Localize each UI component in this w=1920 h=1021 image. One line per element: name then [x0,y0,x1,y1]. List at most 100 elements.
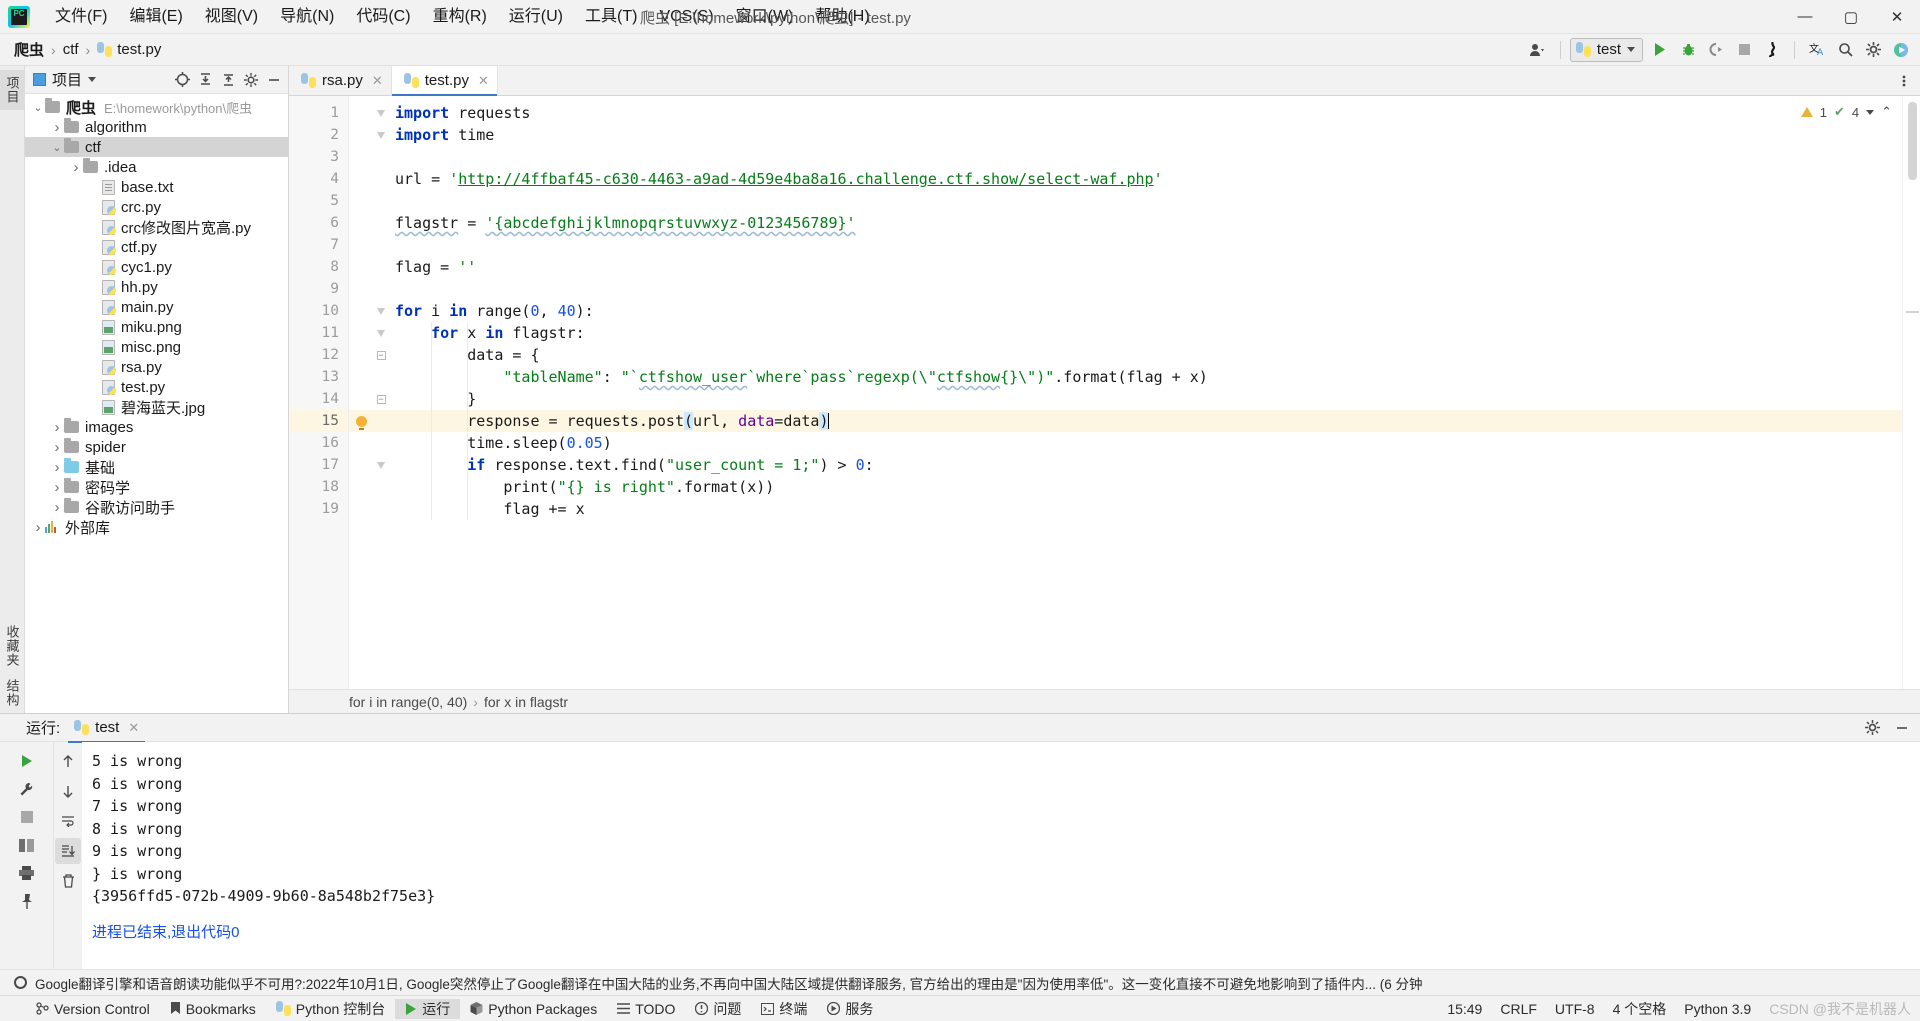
line-number[interactable]: 13 [289,366,348,388]
line-number[interactable]: 6 [289,212,348,234]
intention-bulb-icon[interactable] [349,410,373,432]
delete-output-icon[interactable] [55,868,81,894]
code-line[interactable]: for x in flagstr: [389,322,1902,344]
tree-item[interactable]: base.txt [25,177,288,197]
fold-marker[interactable] [373,454,389,476]
tree-item[interactable]: crc修改图片宽高.py [25,217,288,237]
menu-run[interactable]: 运行(U) [498,4,574,30]
code-line[interactable] [389,146,1902,168]
maximize-button[interactable]: ▢ [1828,0,1874,34]
debug-button[interactable] [1675,38,1701,62]
chevron-right-icon[interactable]: › [50,499,64,516]
chevron-right-icon[interactable]: › [50,479,64,496]
scroll-up-icon[interactable] [55,748,81,774]
status-line-separator[interactable]: CRLF [1491,1001,1546,1017]
code-line[interactable]: flagstr = '{abcdefghijklmnopqrstuvwxyz-0… [389,212,1902,234]
console-splitter[interactable] [82,742,1920,745]
status-terminal[interactable]: 终端 [751,999,817,1019]
code-line[interactable] [389,278,1902,300]
status-indent[interactable]: 4 个空格 [1604,999,1676,1019]
profiler-button[interactable] [1759,38,1785,62]
status-services[interactable]: 服务 [817,999,883,1019]
chevron-down-icon[interactable] [1866,109,1875,115]
line-number[interactable]: 7 [289,234,348,256]
line-number[interactable]: 19 [289,498,348,520]
tool-tab-favorites[interactable]: 收藏夹 [0,619,25,673]
tree-item[interactable]: › algorithm [25,117,288,137]
code-line[interactable] [389,234,1902,256]
tree-item[interactable]: ctf.py [25,237,288,257]
status-version-control[interactable]: Version Control [26,1001,160,1017]
menu-refactor[interactable]: 重构(R) [422,4,498,30]
fold-marker[interactable]: − [373,344,389,366]
status-interpreter[interactable]: Python 3.9 [1675,1001,1760,1017]
line-number[interactable]: 1 [289,102,348,124]
status-problems[interactable]: 问题 [685,999,751,1019]
inspection-widget[interactable]: 1 ✔ 4 ⌃ [1800,104,1892,120]
breadcrumb-project[interactable]: 爬虫 [10,37,48,62]
tree-item[interactable]: › 外部库 [25,517,288,537]
line-number[interactable]: 5 [289,190,348,212]
chevron-right-icon[interactable]: › [50,439,64,456]
code-line[interactable] [389,190,1902,212]
chevron-right-icon[interactable]: › [50,419,64,436]
code-line[interactable]: data = { [389,344,1902,366]
tree-item[interactable]: › spider [25,437,288,457]
line-number[interactable]: 8 [289,256,348,278]
line-number[interactable]: 4 [289,168,348,190]
editor-tab-test[interactable]: test.py ✕ [391,66,498,96]
close-button[interactable]: ✕ [1874,0,1920,34]
tree-item[interactable]: rsa.py [25,357,288,377]
line-number[interactable]: 15 [289,410,348,432]
line-number[interactable]: 10 [289,300,348,322]
scroll-down-icon[interactable] [55,778,81,804]
tree-item[interactable]: crc.py [25,197,288,217]
stop-button[interactable] [1731,38,1757,62]
run-settings-wrench-icon[interactable] [14,776,40,802]
tree-item[interactable]: › .idea [25,157,288,177]
hide-panel-icon[interactable] [264,70,284,90]
close-tab-icon[interactable]: ✕ [372,73,383,89]
breadcrumb-file[interactable]: test.py [93,39,165,60]
intention-bulb-column[interactable] [349,96,373,689]
code-line[interactable]: import time [389,124,1902,146]
collapse-all-icon[interactable] [218,70,238,90]
code-folding-column[interactable]: − − [373,96,389,689]
close-run-tab-icon[interactable]: ✕ [128,720,139,736]
fold-marker[interactable] [373,124,389,146]
code-content[interactable]: import requests import time url = 'http:/… [389,96,1902,689]
run-with-coverage-button[interactable] [1703,38,1729,62]
status-python-packages[interactable]: Python Packages [460,1001,607,1017]
editor-tab-options[interactable] [1896,66,1920,95]
tree-item[interactable]: › 基础 [25,457,288,477]
run-tab-test[interactable]: test ✕ [68,717,146,743]
tool-tab-project[interactable]: 项目 [0,70,25,110]
run-settings-gear-icon[interactable] [1862,718,1882,738]
soft-wrap-icon[interactable] [55,808,81,834]
close-tab-icon[interactable]: ✕ [478,73,489,89]
tree-item[interactable]: ⌄ ctf [25,137,288,157]
pin-button[interactable] [14,888,40,914]
breadcrumb-inner-loop[interactable]: for x in flagstr [484,694,568,710]
menu-tools[interactable]: 工具(T) [574,4,648,30]
line-number[interactable]: 12 [289,344,348,366]
editor-tab-rsa[interactable]: rsa.py ✕ [289,66,392,95]
line-number[interactable]: 14 [289,388,348,410]
run-console-output[interactable]: 5 is wrong 6 is wrong 7 is wrong 8 is wrong… [82,742,1920,969]
line-number[interactable]: 11 [289,322,348,344]
line-number[interactable]: 9 [289,278,348,300]
rerun-button[interactable] [14,748,40,774]
tree-item[interactable]: cyc1.py [25,257,288,277]
hide-run-window-icon[interactable] [1892,718,1912,738]
inspection-menu-icon[interactable]: ⌃ [1881,104,1892,120]
fold-marker[interactable] [373,300,389,322]
minimize-button[interactable]: — [1782,0,1828,34]
chevron-right-icon[interactable]: › [50,459,64,476]
tree-item[interactable]: miku.png [25,317,288,337]
status-encoding[interactable]: UTF-8 [1546,1001,1604,1017]
fold-marker[interactable] [373,102,389,124]
menu-navigate[interactable]: 导航(N) [269,4,345,30]
chevron-down-icon[interactable]: ⌄ [50,141,64,154]
run-configuration-selector[interactable]: test [1569,37,1643,62]
tree-item[interactable]: 碧海蓝天.jpg [25,397,288,417]
